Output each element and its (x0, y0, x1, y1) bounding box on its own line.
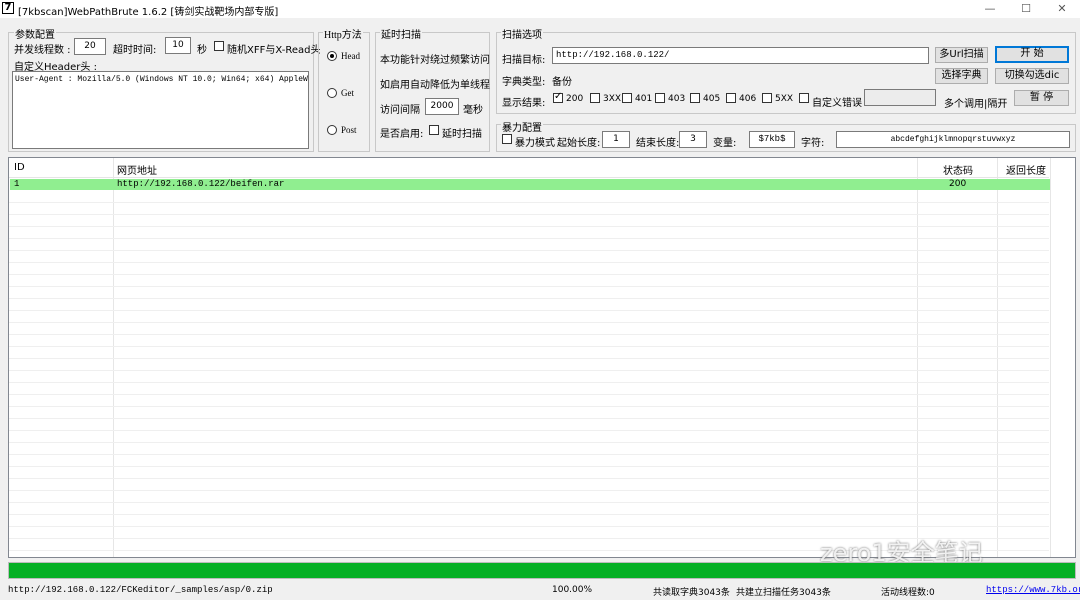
timeout-label: 超时时间: (113, 45, 157, 56)
column-header-id[interactable]: ID (14, 162, 25, 173)
column-header-status[interactable]: 状态码 (943, 162, 973, 177)
row-status: 200 (949, 179, 967, 189)
delay-group-label: 延时扫描 (380, 26, 422, 41)
delay-desc-1: 本功能针对绕过频繁访问 (380, 55, 490, 66)
header-textarea[interactable]: User-Agent : Mozilla/5.0 (Windows NT 10.… (12, 71, 309, 149)
switch-dict-button[interactable]: 切换勾选dic (995, 68, 1069, 84)
status-active-threads: 活动线程数:0 (881, 588, 935, 598)
multi-call-label: 多个调用|隔开 (944, 99, 1008, 110)
delay-enable-label: 是否启用: (380, 129, 424, 140)
choose-dict-button[interactable]: 选择字典 (935, 68, 988, 84)
maximize-button[interactable]: ☐ (1008, 0, 1044, 18)
start-len-input[interactable]: 1 (602, 131, 630, 148)
start-len-label: 起始长度: (557, 138, 601, 149)
var-label: 变量: (713, 138, 737, 149)
code-403-checkbox[interactable] (655, 93, 665, 103)
radio-head[interactable] (327, 51, 337, 61)
interval-unit: 毫秒 (463, 105, 483, 116)
radio-post-label: Post (341, 125, 357, 135)
threads-input[interactable]: 20 (74, 38, 106, 55)
table-header: ID 网页地址 状态码 返回长度 (9, 158, 1049, 178)
brute-mode-checkbox[interactable] (502, 134, 512, 144)
table-row[interactable]: 1 http://192.168.0.122/beifen.rar 200 (10, 179, 1050, 190)
target-input[interactable]: http://192.168.0.122/ (552, 47, 929, 64)
status-website-link[interactable]: https://www.7kb.org (986, 585, 1080, 595)
chars-input[interactable]: abcdefghijklmnopqrstuvwxyz (836, 131, 1070, 148)
results-table[interactable]: ID 网页地址 状态码 返回长度 1 http://192.168.0.122/… (8, 157, 1076, 558)
code-403-label: 403 (668, 94, 686, 104)
start-button[interactable]: 开 始 (995, 46, 1069, 63)
row-url: http://192.168.0.122/beifen.rar (117, 179, 285, 189)
brute-mode-label: 暴力模式 (515, 138, 555, 149)
timeout-unit: 秒 (197, 45, 207, 56)
radio-post[interactable] (327, 125, 337, 135)
result-label: 显示结果: (502, 98, 546, 109)
custom-error-label: 自定义错误 (812, 98, 862, 109)
timeout-input[interactable]: 10 (165, 37, 191, 54)
code-200-label: 200 (566, 94, 584, 104)
custom-error-input[interactable] (864, 89, 936, 106)
scan-options-label: 扫描选项 (501, 26, 543, 41)
minimize-button[interactable]: — (972, 0, 1008, 18)
status-current-url: http://192.168.0.122/FCKeditor/_samples/… (8, 585, 273, 595)
window-title: [7kbscan]WebPathBrute 1.6.2 [铸剑实战靶场内部专版] (18, 7, 279, 18)
chars-label: 字符: (801, 138, 825, 149)
end-len-label: 结束长度: (636, 138, 680, 149)
random-xff-label: 随机XFF与X-Read头 (227, 45, 321, 56)
params-group-label: 参数配置 (14, 26, 56, 41)
code-3xx-label: 3XX (603, 94, 622, 104)
interval-input[interactable]: 2000 (425, 98, 459, 115)
column-header-url[interactable]: 网页地址 (117, 162, 157, 177)
end-len-input[interactable]: 3 (679, 131, 707, 148)
code-406-label: 406 (739, 94, 757, 104)
status-percent: 100.00% (552, 585, 593, 595)
random-xff-checkbox[interactable] (214, 41, 224, 51)
dict-type-value: 备份 (552, 77, 572, 88)
interval-label: 访问间隔 (380, 105, 420, 116)
status-dict-count: 共读取字典3043条 (653, 588, 730, 598)
code-5xx-checkbox[interactable] (762, 93, 772, 103)
pause-button[interactable]: 暂 停 (1014, 90, 1069, 106)
code-3xx-checkbox[interactable] (590, 93, 600, 103)
target-label: 扫描目标: (502, 55, 546, 66)
delay-enable-checkbox[interactable] (429, 125, 439, 135)
row-id: 1 (14, 179, 20, 189)
code-406-checkbox[interactable] (726, 93, 736, 103)
radio-head-label: Head (341, 51, 360, 61)
code-401-label: 401 (635, 94, 653, 104)
code-405-label: 405 (703, 94, 721, 104)
multi-url-button[interactable]: 多Url扫描 (935, 47, 988, 63)
app-icon: 7 (2, 2, 14, 14)
code-401-checkbox[interactable] (622, 93, 632, 103)
radio-get[interactable] (327, 88, 337, 98)
code-200-checkbox[interactable] (553, 91, 563, 103)
delay-desc-2: 如启用自动降低为单线程 (380, 80, 490, 91)
radio-get-label: Get (341, 88, 354, 98)
brute-group-label: 暴力配置 (501, 119, 543, 134)
delay-enable-checkbox-label: 延时扫描 (442, 129, 482, 140)
var-input[interactable]: $7kb$ (749, 131, 795, 148)
threads-label: 并发线程数 : (14, 45, 71, 56)
dict-type-label: 字典类型: (502, 77, 546, 88)
http-method-label: Http方法 (323, 26, 363, 41)
custom-error-checkbox[interactable] (799, 93, 809, 103)
code-5xx-label: 5XX (775, 94, 794, 104)
status-task-count: 共建立扫描任务3043条 (736, 588, 831, 598)
code-405-checkbox[interactable] (690, 93, 700, 103)
close-button[interactable]: ✕ (1044, 0, 1080, 18)
progress-fill (9, 563, 1075, 578)
column-header-length[interactable]: 返回长度 (1006, 162, 1046, 177)
progress-bar (8, 562, 1076, 579)
